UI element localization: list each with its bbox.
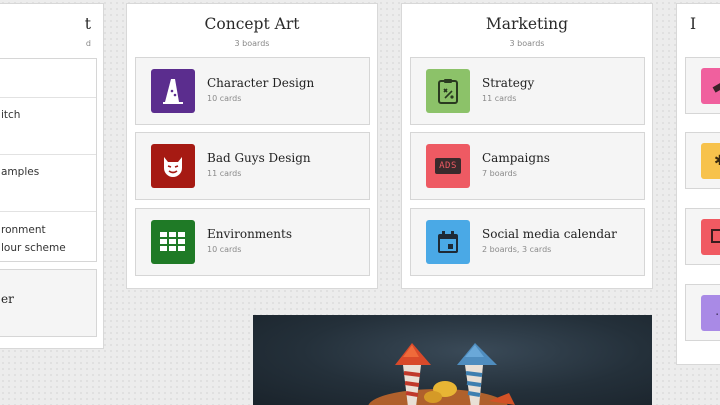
ads-label: ADS [435,158,461,174]
board-name: er [1,292,14,306]
board-count: 7 boards [482,169,517,178]
board-card-campaigns[interactable]: ADS Campaigns 7 boards [410,132,645,200]
clipboard-icon [426,69,470,113]
board-name: Character Design [207,76,315,90]
column-title: t [84,15,91,33]
devil-face-icon [151,144,195,188]
column-subtitle: 3 boards [509,39,545,48]
game-artwork-image[interactable] [253,315,652,405]
board-count: 10 cards [207,245,242,254]
board-name: Strategy [482,76,535,90]
list-item[interactable]: ronment [1,224,46,236]
board-count: 11 cards [482,94,517,103]
board-card[interactable]: ... [685,284,720,341]
column-subtitle: d [85,39,91,48]
list-item[interactable]: amples [1,166,39,178]
board-column-right: I ✱ ... [676,3,720,365]
board-count: 2 boards, 3 cards [482,245,552,254]
board-name: Bad Guys Design [207,151,311,165]
board-card[interactable] [685,208,720,265]
board-name: Campaigns [482,151,550,165]
board-card-bad-guys-design[interactable]: Bad Guys Design 11 cards [135,132,370,200]
board-name: Environments [207,227,292,241]
board-card[interactable] [685,57,720,114]
more-icon: ... [701,295,720,331]
column-title: I [690,15,697,33]
column-subtitle: 3 boards [234,39,270,48]
more-label: ... [715,304,720,318]
flower-icon: ✱ [701,143,720,179]
list-item[interactable]: itch [1,109,20,121]
board-card-environments[interactable]: Environments 10 cards [135,208,370,276]
ads-icon: ADS [426,144,470,188]
board-card-social-media-calendar[interactable]: Social media calendar 2 boards, 3 cards [410,208,645,276]
board-column-left: t d itch amples ronment lour scheme er [0,3,104,349]
board-card-character-design[interactable]: Character Design 10 cards [135,57,370,125]
list-item[interactable]: lour scheme [1,242,66,254]
calendar-icon [426,220,470,264]
board-column-concept-art: Concept Art 3 boards Character Design 10… [126,3,378,289]
rocket-illustration [368,343,515,405]
frame-icon [701,219,720,255]
column-title: Marketing [485,15,569,33]
board-card[interactable]: er [0,269,97,337]
grid-icon [151,220,195,264]
divider [0,211,96,212]
sorting-hat-icon [151,69,195,113]
divider [0,154,96,155]
board-column-marketing: Marketing 3 boards Strategy 11 cards ADS… [401,3,653,289]
board-count: 11 cards [207,169,242,178]
board-card-strategy[interactable]: Strategy 11 cards [410,57,645,125]
board-card[interactable]: ✱ [685,132,720,189]
column-title: Concept Art [204,15,300,33]
pencil-icon [701,68,720,104]
board-count: 10 cards [207,94,242,103]
board-name: Social media calendar [482,227,617,241]
divider [0,97,96,98]
